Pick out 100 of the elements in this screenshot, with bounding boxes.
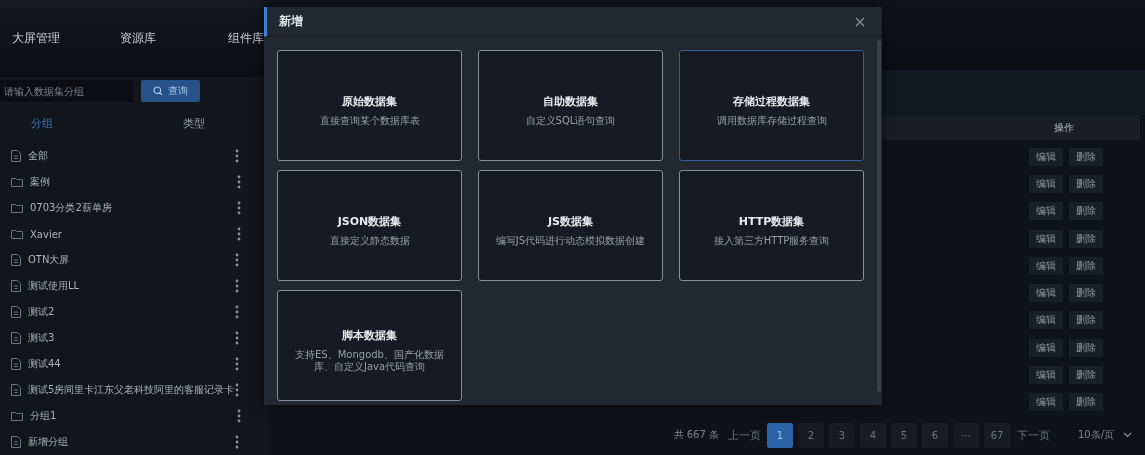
group-item[interactable]: OTN大屏 [0, 247, 270, 273]
page-button[interactable]: 3 [829, 422, 855, 448]
dataset-type-card[interactable]: 存储过程数据集 调用数据库存储过程查询 [679, 50, 864, 161]
more-icon[interactable] [237, 201, 241, 215]
group-item[interactable]: 测试2 [0, 299, 270, 325]
more-icon[interactable] [237, 175, 241, 189]
more-icon[interactable] [235, 305, 239, 319]
group-item[interactable]: Xavier [0, 221, 270, 247]
more-icon[interactable] [235, 331, 239, 345]
edit-button[interactable]: 编辑 [1029, 229, 1063, 248]
card-title: JS数据集 [548, 213, 593, 229]
more-icon[interactable] [235, 149, 239, 163]
group-item[interactable]: 测试3 [0, 325, 270, 351]
edit-button[interactable]: 编辑 [1029, 256, 1063, 275]
document-icon [11, 150, 21, 162]
dataset-type-card[interactable]: JSON数据集 直接定义静态数据 [277, 170, 462, 281]
edit-button[interactable]: 编辑 [1029, 284, 1063, 303]
delete-button[interactable]: 删除 [1069, 366, 1103, 384]
dataset-type-card[interactable]: 原始数据集 直接查询某个数据库表 [277, 50, 462, 161]
page-button[interactable]: 5 [891, 422, 917, 448]
more-icon[interactable] [235, 253, 239, 267]
folder-icon [11, 411, 23, 421]
document-icon [11, 254, 21, 266]
group-item[interactable]: 新增分组 [0, 429, 270, 455]
edit-button[interactable]: 编辑 [1029, 366, 1063, 384]
delete-button[interactable]: 删除 [1069, 229, 1103, 248]
delete-button[interactable]: 删除 [1069, 147, 1103, 166]
dialog-title: 新增 [279, 13, 303, 30]
search-icon [153, 86, 163, 97]
card-title: JSON数据集 [337, 213, 402, 229]
next-page-button[interactable]: 下一页 [1015, 422, 1051, 448]
group-item[interactable]: 测试5房间里卡江东父老科技阿里的客服记录卡 [0, 377, 270, 403]
group-item[interactable]: 分组1 [0, 403, 270, 429]
dataset-type-card[interactable]: 脚本数据集 支持ES、Mongodb、国产化数据库、自定义Java代码查询 [277, 290, 462, 401]
group-item[interactable]: 测试使用LL [0, 273, 270, 299]
document-icon [11, 358, 21, 370]
card-description: 接入第三方HTTP服务查询 [713, 234, 830, 248]
edit-button[interactable]: 编辑 [1029, 147, 1063, 166]
document-icon [11, 332, 21, 344]
group-item[interactable]: 案例 [0, 169, 270, 195]
dataset-type-card[interactable]: HTTP数据集 接入第三方HTTP服务查询 [679, 170, 864, 281]
card-title: HTTP数据集 [738, 213, 805, 229]
card-title: 存储过程数据集 [733, 93, 810, 109]
more-icon[interactable] [235, 435, 239, 449]
total-count: 共 667 条 [673, 428, 719, 443]
card-title: 脚本数据集 [342, 327, 397, 343]
delete-button[interactable]: 删除 [1069, 338, 1103, 357]
more-icon[interactable] [235, 357, 239, 371]
close-icon[interactable] [855, 16, 865, 27]
page-button[interactable]: 4 [860, 422, 886, 448]
card-description: 直接定义静态数据 [329, 234, 410, 248]
card-description: 编写JS代码进行动态模拟数据创建 [495, 234, 646, 248]
card-description: 直接查询某个数据库表 [319, 114, 420, 128]
delete-button[interactable]: 删除 [1069, 202, 1103, 221]
more-icon[interactable] [237, 227, 241, 241]
more-icon[interactable] [235, 383, 239, 397]
nav-tab[interactable]: 大屏管理 [12, 30, 120, 48]
group-tab[interactable]: 分组 [31, 115, 183, 131]
page-button[interactable]: ··· [953, 422, 979, 448]
dataset-type-card[interactable]: 自助数据集 自定义SQL语句查询 [478, 50, 663, 161]
page-button[interactable]: 67 [984, 422, 1010, 448]
folder-icon [11, 177, 23, 187]
group-item[interactable]: 0703分类2薪单房 [0, 195, 270, 221]
chevron-down-icon [1123, 432, 1132, 439]
delete-button[interactable]: 删除 [1069, 393, 1103, 412]
group-item[interactable]: 测试44 [0, 351, 270, 377]
dataset-type-card[interactable]: JS数据集 编写JS代码进行动态模拟数据创建 [478, 170, 663, 281]
edit-button[interactable]: 编辑 [1029, 174, 1063, 193]
card-description: 自定义SQL语句查询 [525, 114, 616, 128]
column-header: 操作 [1054, 120, 1074, 135]
delete-button[interactable]: 删除 [1069, 284, 1103, 303]
card-title: 原始数据集 [342, 93, 397, 109]
document-icon [11, 280, 21, 292]
document-icon [11, 436, 21, 448]
document-icon [11, 384, 21, 396]
delete-button[interactable]: 删除 [1069, 174, 1103, 193]
document-icon [11, 306, 21, 318]
delete-button[interactable]: 删除 [1069, 311, 1103, 330]
folder-icon [11, 203, 23, 213]
prev-page-button[interactable]: 上一页 [726, 422, 762, 448]
edit-button[interactable]: 编辑 [1029, 393, 1063, 412]
page-button[interactable]: 2 [798, 422, 824, 448]
page-button[interactable]: 1 [767, 422, 793, 448]
card-description: 调用数据库存储过程查询 [716, 114, 827, 128]
group-item[interactable]: 全部 [0, 143, 270, 169]
query-button[interactable]: 查询 [141, 80, 200, 103]
delete-button[interactable]: 删除 [1069, 256, 1103, 275]
search-field[interactable]: 请输入数据集分组 [0, 80, 133, 103]
card-title: 自助数据集 [543, 93, 598, 109]
edit-button[interactable]: 编辑 [1029, 202, 1063, 221]
nav-tab[interactable]: 资源库 [120, 30, 228, 48]
folder-icon [11, 229, 23, 239]
page-button[interactable]: 6 [922, 422, 948, 448]
more-icon[interactable] [235, 279, 239, 293]
edit-button[interactable]: 编辑 [1029, 311, 1063, 330]
card-description: 支持ES、Mongodb、国产化数据库、自定义Java代码查询 [294, 348, 445, 374]
group-tab[interactable]: 类型 [183, 115, 205, 131]
more-icon[interactable] [237, 409, 241, 423]
nav-tab[interactable]: 组件库 [228, 30, 270, 48]
edit-button[interactable]: 编辑 [1029, 338, 1063, 357]
